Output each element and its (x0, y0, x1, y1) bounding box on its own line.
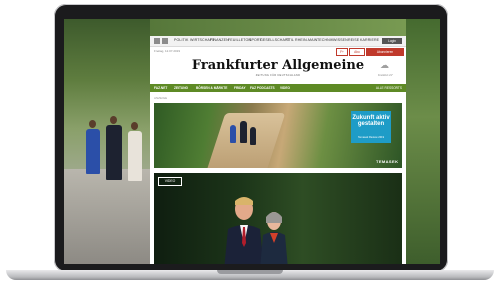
hero-figure-woman (260, 212, 288, 264)
top-navigation: POLITIK WIRTSCHAFT FINANZEN FEUILLETON S… (150, 36, 406, 47)
ad-skin-top[interactable] (150, 19, 406, 36)
lead-video-teaser[interactable]: VIDEO (154, 173, 402, 264)
temasek-logo: TEMASEK (376, 159, 399, 164)
ad-person (240, 121, 247, 143)
nav-item-politik[interactable]: POLITIK (174, 38, 188, 42)
section-zeitung[interactable]: ZEITUNG (174, 86, 188, 90)
nav-item-karriere[interactable]: KARRIERE (360, 38, 379, 42)
ad-headline: Zukunft aktiv gestalten (352, 115, 390, 127)
person-woman-white (128, 131, 142, 181)
weather-cloud-icon[interactable]: ☁ (380, 60, 389, 71)
section-boersen[interactable]: BÖRSEN & MÄRKTE (196, 86, 227, 90)
faz-page: POLITIK WIRTSCHAFT FINANZEN FEUILLETON S… (150, 36, 406, 264)
section-video[interactable]: VIDEO (280, 86, 290, 90)
logo-tagline: ZEITUNG FÜR DEUTSCHLAND (255, 74, 301, 77)
nav-item-rhein-main[interactable]: RHEIN-MAIN (295, 38, 317, 42)
nav-item-wissen[interactable]: WISSEN (333, 38, 348, 42)
nav-item-stil[interactable]: STIL (286, 38, 294, 42)
section-faznet[interactable]: FAZ.NET (154, 86, 167, 90)
laptop-notch (217, 270, 283, 274)
person-head (131, 122, 138, 130)
ad-label: ANZEIGE (154, 96, 168, 100)
nav-item-feuilleton[interactable]: FEUILLETON (228, 38, 251, 42)
ad-skin-left[interactable] (64, 19, 150, 264)
person-man-suit (106, 125, 122, 180)
date-row: Freitag, 12.07.2019 (154, 49, 181, 53)
ad-subline: Temasek Review 2019 (357, 136, 385, 139)
menu-icon[interactable] (154, 38, 160, 44)
login-button[interactable]: Login (382, 38, 402, 44)
nav-item-finanzen[interactable]: FINANZEN (210, 38, 229, 42)
person-head (110, 116, 117, 124)
section-friday[interactable]: FRIDAY (234, 86, 246, 90)
weather-temperature: Frankfurt 21° (378, 74, 394, 77)
video-badge: VIDEO (158, 177, 182, 186)
subscribe-button[interactable]: Abonnieren (366, 48, 404, 56)
abo-button[interactable]: Abo (349, 48, 365, 56)
laptop-screen: POLITIK WIRTSCHAFT FINANZEN FEUILLETON S… (64, 19, 440, 264)
section-podcasts[interactable]: FAZ PODCASTS (250, 86, 275, 90)
section-navigation: FAZ.NET ZEITUNG BÖRSEN & MÄRKTE FRIDAY F… (150, 84, 406, 92)
nav-item-technik[interactable]: TECHNIK (317, 38, 333, 42)
ad-person (230, 125, 236, 143)
ad-skin-right[interactable] (406, 19, 440, 264)
search-icon[interactable] (162, 38, 168, 44)
all-sections-link[interactable]: ALLE RESSORTS (376, 86, 402, 90)
person-woman-blue (86, 129, 100, 174)
person-head (89, 120, 96, 128)
ad-person (250, 127, 256, 145)
ad-headline-box[interactable]: Zukunft aktiv gestalten Temasek Review 2… (351, 111, 391, 143)
walkway (64, 169, 150, 264)
nav-item-reise[interactable]: REISE (348, 38, 359, 42)
temasek-ad-banner[interactable]: Zukunft aktiv gestalten Temasek Review 2… (154, 103, 402, 168)
fplus-button[interactable]: F+ (336, 48, 348, 56)
faz-logo[interactable]: Frankfurter Allgemeine (150, 58, 406, 73)
